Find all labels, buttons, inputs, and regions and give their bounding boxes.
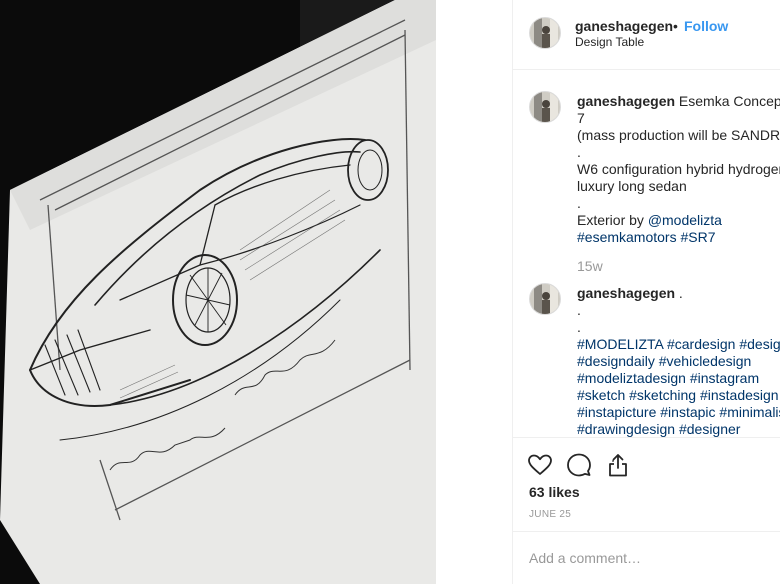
- caption-username[interactable]: ganeshagegen: [577, 93, 675, 109]
- mention-link[interactable]: @modelizta: [648, 212, 722, 228]
- post-side-panel: ganeshagegen • Follow Design Table ganes…: [512, 0, 780, 584]
- post-actions: 63 likes JUNE 25: [513, 437, 780, 531]
- hashtag-link[interactable]: #MODELIZTA #cardesign #design: [577, 336, 780, 353]
- avatar[interactable]: [529, 91, 561, 123]
- separator-dot: •: [673, 18, 678, 34]
- avatar-image: [530, 284, 560, 314]
- hashtag-link[interactable]: #esemkamotors #SR7: [577, 229, 780, 246]
- caption-line: 7: [577, 110, 585, 126]
- avatar[interactable]: [529, 283, 561, 315]
- comment-input[interactable]: [529, 548, 769, 568]
- comment-username[interactable]: ganeshagegen: [577, 285, 675, 301]
- comment-line: .: [678, 285, 683, 301]
- likes-count[interactable]: 63 likes: [529, 484, 580, 500]
- username-link[interactable]: ganeshagegen: [575, 18, 673, 34]
- comments-list[interactable]: ganeshagegen Esemka Concept 7 (mass prod…: [513, 71, 780, 437]
- hashtag-link[interactable]: #modeliztadesign #instagram: [577, 370, 780, 387]
- follow-button[interactable]: Follow: [684, 18, 728, 34]
- caption-line: (mass production will be SANDRA: [577, 127, 780, 143]
- caption-credit-prefix: Exterior by: [577, 212, 648, 228]
- caption-text: ganeshagegen Esemka Concept 7 (mass prod…: [577, 93, 780, 275]
- hashtag-link[interactable]: #drawingdesign #designer: [577, 421, 780, 437]
- caption-line: .: [577, 195, 581, 211]
- avatar-image: [530, 18, 560, 48]
- post-image[interactable]: [0, 0, 436, 584]
- caption-line: luxury long sedan: [577, 178, 687, 194]
- caption-line: Esemka Concept: [678, 93, 780, 109]
- comment-text: ganeshagegen . . . #MODELIZTA #cardesign…: [577, 285, 780, 437]
- hashtag-link[interactable]: #instapicture #instapic #minimalis: [577, 404, 780, 421]
- share-icon[interactable]: [605, 452, 631, 478]
- avatar-image: [530, 92, 560, 122]
- post-header: ganeshagegen • Follow Design Table: [513, 0, 780, 70]
- post-time[interactable]: 15w: [577, 258, 780, 275]
- hashtag-link[interactable]: #sketch #sketching #instadesign: [577, 387, 780, 404]
- speech-bubble-icon[interactable]: [566, 452, 592, 478]
- post-date: JUNE 25: [529, 509, 572, 520]
- caption-line: W6 configuration hybrid hydrogen: [577, 161, 780, 177]
- location-link[interactable]: Design Table: [575, 35, 644, 49]
- add-comment-bar: [513, 531, 780, 584]
- car-sketch-image: [0, 0, 436, 584]
- avatar[interactable]: [529, 17, 561, 49]
- hashtag-link[interactable]: #designdaily #vehicledesign: [577, 353, 780, 370]
- comment-line: .: [577, 302, 581, 318]
- comment-line: .: [577, 319, 581, 335]
- caption-line: .: [577, 144, 581, 160]
- heart-icon[interactable]: [527, 452, 553, 478]
